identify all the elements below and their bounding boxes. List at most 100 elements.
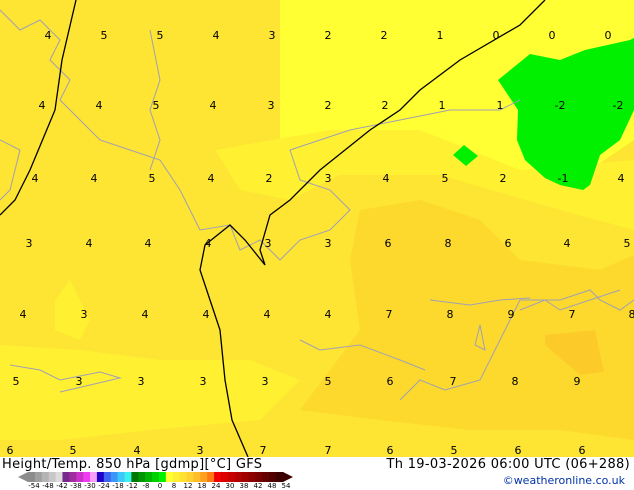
temperature-label: 3 (200, 375, 207, 388)
credit-link[interactable]: ©weatheronline.co.uk (503, 474, 625, 487)
colorbar-tick: -18 (112, 482, 124, 490)
footer: Height/Temp. 850 hPa [gdmp][°C] GFS Th 1… (0, 457, 634, 490)
colorbar-tick: 24 (211, 482, 221, 490)
colorbar-swatch (62, 472, 70, 482)
temperature-label: 3 (197, 444, 204, 457)
colorbar-swatch (152, 472, 160, 482)
temperature-label: 6 (7, 444, 14, 457)
temperature-label: 4 (134, 444, 141, 457)
temperature-label: 3 (325, 172, 332, 185)
temperature-label: 9 (574, 375, 581, 388)
colorbar-swatch (248, 472, 256, 482)
temperature-label: 2 (325, 99, 332, 112)
temperature-label: 7 (450, 375, 457, 388)
temperature-label: 4 (564, 237, 571, 250)
temperature-label: 6 (387, 375, 394, 388)
colorbar-swatch (158, 472, 167, 482)
temperature-label: 4 (210, 99, 217, 112)
colorbar-swatch (48, 472, 57, 482)
temperature-label: 3 (81, 308, 88, 321)
temperature-label: 4 (208, 172, 215, 185)
colorbar-swatch (179, 472, 188, 482)
temperature-label: 5 (624, 237, 631, 250)
colorbar-arrow-left (18, 472, 28, 482)
temperature-label: 4 (39, 99, 46, 112)
colorbar-swatch (255, 472, 263, 482)
temperature-label: 2 (500, 172, 507, 185)
colorbar-swatch (145, 472, 153, 482)
temperature-label: 0 (549, 29, 556, 42)
colorbar-tick: 48 (267, 482, 277, 490)
colorbar-swatch (103, 472, 112, 482)
temperature-label: 4 (96, 99, 103, 112)
temperature-label: 4 (20, 308, 27, 321)
colorbar-swatch (96, 472, 105, 482)
temperature-label: 5 (153, 99, 160, 112)
colorbar-swatch (234, 472, 243, 482)
temperature-label: -2 (613, 99, 624, 112)
weather-map: 4 5 5 4 3 2 2 1 0 0 0 4 4 5 4 3 2 2 1 1 -2 -2 4 4 5 4 2 3 4 5 2 -1 4 3 4 4 4… (0, 0, 634, 457)
temperature-label: 4 (91, 172, 98, 185)
temperature-label: 1 (439, 99, 446, 112)
temperature-label: 8 (445, 237, 452, 250)
temperature-label: 3 (325, 237, 332, 250)
colorbar-swatch (76, 472, 84, 482)
colorbar-swatch (90, 472, 98, 482)
temperature-label: 4 (142, 308, 149, 321)
colorbar-tick: 8 (171, 482, 177, 490)
temperature-label: 3 (262, 375, 269, 388)
colorbar-swatch (55, 472, 63, 482)
temperature-label: 2 (381, 29, 388, 42)
colorbar-swatch (69, 472, 77, 482)
temperature-label: 5 (101, 29, 108, 42)
colorbar-tick: -48 (42, 482, 54, 490)
colorbar-swatch (117, 472, 125, 482)
colorbar-swatch (220, 472, 229, 482)
temperature-label: 4 (203, 308, 210, 321)
temperature-label: 6 (579, 444, 586, 457)
temperature-label: 3 (265, 237, 272, 250)
temperature-label: 1 (497, 99, 504, 112)
colorbar-tick: -38 (70, 482, 82, 490)
colorbar-swatch (28, 472, 36, 482)
colorbar-swatch (138, 472, 146, 482)
temperature-label: 5 (325, 375, 332, 388)
temperature-label: 7 (325, 444, 332, 457)
colorbar-swatch (262, 472, 270, 482)
colorbar-ticks: -54 -48 -42 -38 -30 -24 -18 -12 -8 0 8 12 18 24 30 38 42… (27, 482, 293, 490)
colorbar-tick: 42 (253, 482, 263, 490)
temperature-label: 9 (508, 308, 515, 321)
colorbar-swatch (41, 472, 50, 482)
colorbar-tick: -24 (98, 482, 110, 490)
temperature-label: 2 (325, 29, 332, 42)
colorbar-tick: -8 (142, 482, 150, 490)
temperature-label: 2 (382, 99, 389, 112)
colorbar-tick: -42 (56, 482, 68, 490)
temperature-label: 4 (145, 237, 152, 250)
temperature-label: 2 (266, 172, 273, 185)
temperature-label: 7 (569, 308, 576, 321)
colorbar-swatch (241, 472, 250, 482)
colorbar-swatch (276, 472, 284, 482)
temperature-label: 4 (618, 172, 625, 185)
colorbar-tick: 0 (157, 482, 163, 490)
colorbar-swatch (165, 472, 174, 482)
temperature-label: 5 (149, 172, 156, 185)
temperature-label: 0 (493, 29, 500, 42)
colorbar-tick: -54 (28, 482, 40, 490)
colorbar-tick: 18 (197, 482, 207, 490)
colorbar-swatch (214, 472, 222, 482)
temperature-label: 3 (26, 237, 33, 250)
temperature-label: 5 (442, 172, 449, 185)
temperature-label: 4 (264, 308, 271, 321)
temperature-label: 8 (629, 308, 634, 321)
temperature-label: 4 (383, 172, 390, 185)
temperature-label: 7 (260, 444, 267, 457)
colorbar-swatch (269, 472, 277, 482)
temperature-label: 8 (447, 308, 454, 321)
temperature-label: 3 (138, 375, 145, 388)
colorbar-swatch (186, 472, 194, 482)
colorbar-swatch (83, 472, 91, 482)
colorbar-swatch (193, 472, 201, 482)
temperature-label: 4 (45, 29, 52, 42)
